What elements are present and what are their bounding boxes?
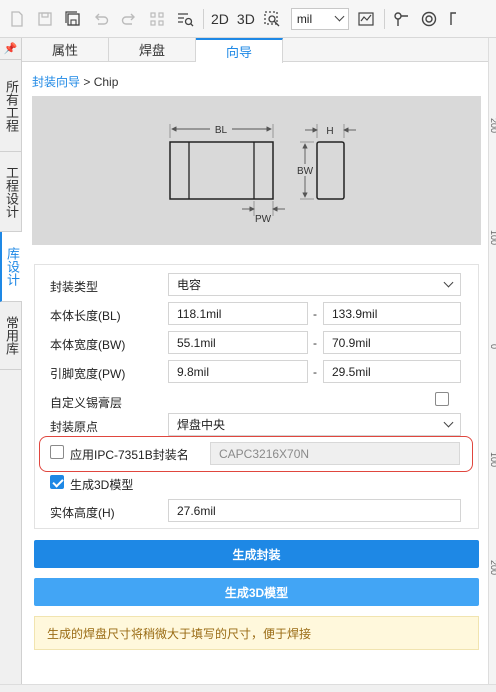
view-3d-button[interactable]: 3D — [233, 6, 259, 32]
vertical-ruler — [488, 38, 496, 692]
ruler-label: 0 — [489, 344, 496, 350]
pw-label: PW — [255, 214, 272, 225]
origin-select[interactable]: 焊盘中央 — [168, 413, 461, 436]
toolbar-divider — [203, 8, 204, 29]
gen-3d-checkbox[interactable] — [50, 475, 64, 489]
status-strip — [0, 684, 496, 692]
gen-3d-label: 生成3D模型 — [70, 478, 134, 492]
measure-icon[interactable] — [353, 6, 379, 32]
tab-properties[interactable]: 属性 — [22, 38, 109, 61]
generate-3d-button[interactable]: 生成3D模型 — [34, 578, 479, 606]
chip-diagram-svg: BL PW H BW — [169, 123, 356, 225]
unit-value: mil — [296, 11, 313, 26]
breadcrumb-separator: > — [80, 75, 94, 89]
chevron-down-icon — [443, 417, 454, 428]
origin-value: 焊盘中央 — [177, 418, 226, 432]
ruler-label: 200 — [489, 560, 496, 576]
save-icon[interactable] — [32, 6, 58, 32]
panel-tabs: 属性 焊盘 向导 — [22, 38, 488, 63]
pw-field-label: 引脚宽度(PW) — [50, 367, 126, 381]
breadcrumb-root-link[interactable]: 封装向导 — [32, 75, 80, 89]
bl-field-label: 本体长度(BL) — [50, 309, 121, 323]
vtab-all-projects[interactable]: 所有工程 — [0, 60, 22, 152]
redo-icon[interactable] — [116, 6, 142, 32]
bl-max-input[interactable]: 133.9mil — [323, 302, 461, 325]
unit-select[interactable]: mil — [290, 7, 349, 30]
bw-max-input[interactable]: 70.9mil — [323, 331, 461, 354]
chip-body-outline — [169, 141, 274, 200]
breadcrumb: 封装向导 > Chip — [32, 73, 118, 90]
package-type-value: 电容 — [177, 278, 202, 292]
ruler-label: 200 — [489, 118, 496, 134]
chevron-down-icon — [334, 11, 345, 22]
chip-side-view — [316, 141, 345, 200]
custom-paste-checkbox[interactable] — [435, 392, 449, 406]
bw-min-input[interactable]: 55.1mil — [168, 331, 308, 354]
range-separator: - — [313, 307, 317, 321]
view-2d-button[interactable]: 2D — [207, 6, 233, 32]
chevron-down-icon — [443, 277, 454, 288]
ipc-name-label: 应用IPC-7351B封装名 — [70, 448, 189, 462]
tab-wizard[interactable]: 向导 — [196, 38, 283, 63]
list-search-icon[interactable] — [172, 6, 198, 32]
pin-tool-icon[interactable] — [388, 6, 414, 32]
h-label: H — [326, 126, 333, 137]
new-file-icon[interactable] — [4, 6, 30, 32]
toolbar-divider — [383, 8, 385, 29]
height-input[interactable]: 27.6mil — [168, 499, 461, 522]
pw-max-input[interactable]: 29.5mil — [323, 360, 461, 383]
vertical-tab-bar: 📌 所有工程 工程设计 库设计 常用库 — [0, 38, 22, 692]
bl-min-input[interactable]: 118.1mil — [168, 302, 308, 325]
range-separator: - — [313, 365, 317, 379]
bw-field-label: 本体宽度(BW) — [50, 338, 126, 352]
save-all-icon[interactable] — [60, 6, 86, 32]
vtab-library-design[interactable]: 库设计 — [0, 232, 22, 302]
chip-dimension-diagram: BL PW H BW — [32, 96, 481, 245]
origin-label: 封装原点 — [50, 420, 99, 434]
grid-icon[interactable] — [144, 6, 170, 32]
pad-tool-icon[interactable] — [416, 6, 442, 32]
range-separator: - — [313, 336, 317, 350]
shape-tool-icon[interactable] — [444, 6, 470, 32]
pw-min-input[interactable]: 9.8mil — [168, 360, 308, 383]
toolbar: 2D 3D mil — [0, 0, 496, 38]
height-label: 实体高度(H) — [50, 506, 115, 520]
ipc-name-input[interactable]: CAPC3216X70N — [210, 442, 460, 465]
bw-label: BW — [297, 166, 314, 177]
ruler-label: 100 — [489, 452, 496, 468]
zoom-fit-icon[interactable] — [259, 6, 285, 32]
breadcrumb-current: Chip — [93, 75, 119, 89]
generate-package-button[interactable]: 生成封装 — [34, 540, 479, 568]
bl-label: BL — [215, 125, 228, 136]
package-type-select[interactable]: 电容 — [168, 273, 461, 296]
ipc-name-checkbox[interactable] — [50, 445, 64, 459]
ruler-label: 100 — [489, 230, 496, 246]
vtab-project-design[interactable]: 工程设计 — [0, 152, 22, 232]
tab-pads[interactable]: 焊盘 — [109, 38, 196, 61]
vtab-common-library[interactable]: 常用库 — [0, 302, 22, 370]
info-notice: 生成的焊盘尺寸将稍微大于填写的尺寸，便于焊接 — [34, 616, 479, 650]
undo-icon[interactable] — [88, 6, 114, 32]
custom-paste-label: 自定义锡膏层 — [50, 396, 123, 410]
package-type-label: 封装类型 — [50, 280, 99, 294]
pin-icon[interactable]: 📌 — [0, 38, 21, 60]
